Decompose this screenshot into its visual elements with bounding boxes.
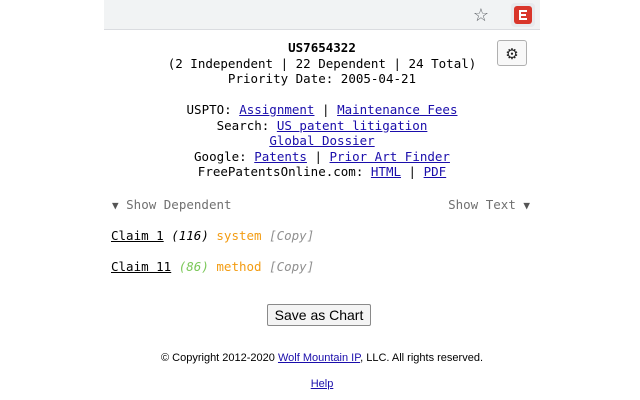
claim-link[interactable]: Claim 11 [111,259,171,274]
google-label: Google: [194,148,247,164]
bookmark-star-icon[interactable]: ☆ [470,4,492,26]
extension-icon[interactable] [511,3,535,27]
wolf-mountain-ip-link[interactable]: Wolf Mountain IP [278,352,360,364]
help-link[interactable]: Help [311,378,334,390]
global-dossier-link[interactable]: Global Dossier [269,133,374,148]
save-as-chart-button[interactable]: Save as Chart [267,304,371,326]
links-block: USPTO: Assignment | Maintenance Fees Sea… [104,102,540,180]
claim-counts: (2 Independent | 22 Dependent | 24 Total… [167,55,477,71]
copy-claim-link[interactable]: [Copy] [269,228,314,243]
toggle-row: ▼ Show Dependent Show Text ▼ [112,197,530,213]
claim-row: Claim 1 (116) system [Copy] [111,228,314,243]
copyright-suffix: , LLC. All rights reserved. [360,352,483,364]
triangle-down-icon: ▼ [523,199,530,212]
show-dependent-toggle[interactable]: ▼ Show Dependent [112,197,232,212]
google-patents-link[interactable]: Patents [254,149,307,164]
claim-row: Claim 11 (86) method [Copy] [111,259,314,274]
separator: | [322,102,330,117]
us-patent-litigation-link[interactable]: US patent litigation [277,118,428,133]
claim-type: system [216,228,262,243]
show-text-toggle[interactable]: Show Text ▼ [448,197,530,212]
fpo-line: FreePatentsOnline.com: HTML | PDF [104,164,540,180]
claim-word-count: (86) [178,259,209,274]
global-dossier-line: Global Dossier [104,133,540,149]
search-label: Search: [216,117,270,133]
claim-word-count: (116) [171,228,209,243]
show-dependent-label: Show Dependent [126,197,232,212]
uspto-label: USPTO: [186,102,232,117]
uspto-line: USPTO: Assignment | Maintenance Fees [104,102,540,118]
separator: | [408,164,417,180]
fpo-pdf-link[interactable]: PDF [424,164,447,179]
priority-date: Priority Date: 2005-04-21 [227,71,417,87]
assignment-link[interactable]: Assignment [239,102,314,117]
fpo-html-link[interactable]: HTML [371,164,401,179]
prior-art-finder-link[interactable]: Prior Art Finder [330,149,450,164]
patent-header: US7654322 (2 Independent | 22 Dependent … [104,40,540,87]
extension-logo [514,6,532,24]
separator: | [314,148,322,164]
copyright-prefix: © Copyright 2012-2020 [161,352,278,364]
google-line: Google: Patents | Prior Art Finder [104,149,540,165]
copy-claim-link[interactable]: [Copy] [269,259,314,274]
fpo-label: FreePatentsOnline.com: [197,164,364,180]
maintenance-fees-link[interactable]: Maintenance Fees [337,102,457,117]
claim-type: method [216,259,262,274]
copyright-notice: © Copyright 2012-2020 Wolf Mountain IP, … [104,352,540,364]
triangle-down-icon: ▼ [112,199,119,212]
claim-link[interactable]: Claim 1 [111,228,164,243]
patent-number: US7654322 [288,40,356,55]
help-row: Help [104,378,540,390]
search-line: Search: US patent litigation [104,118,540,134]
show-text-label: Show Text [448,197,516,212]
